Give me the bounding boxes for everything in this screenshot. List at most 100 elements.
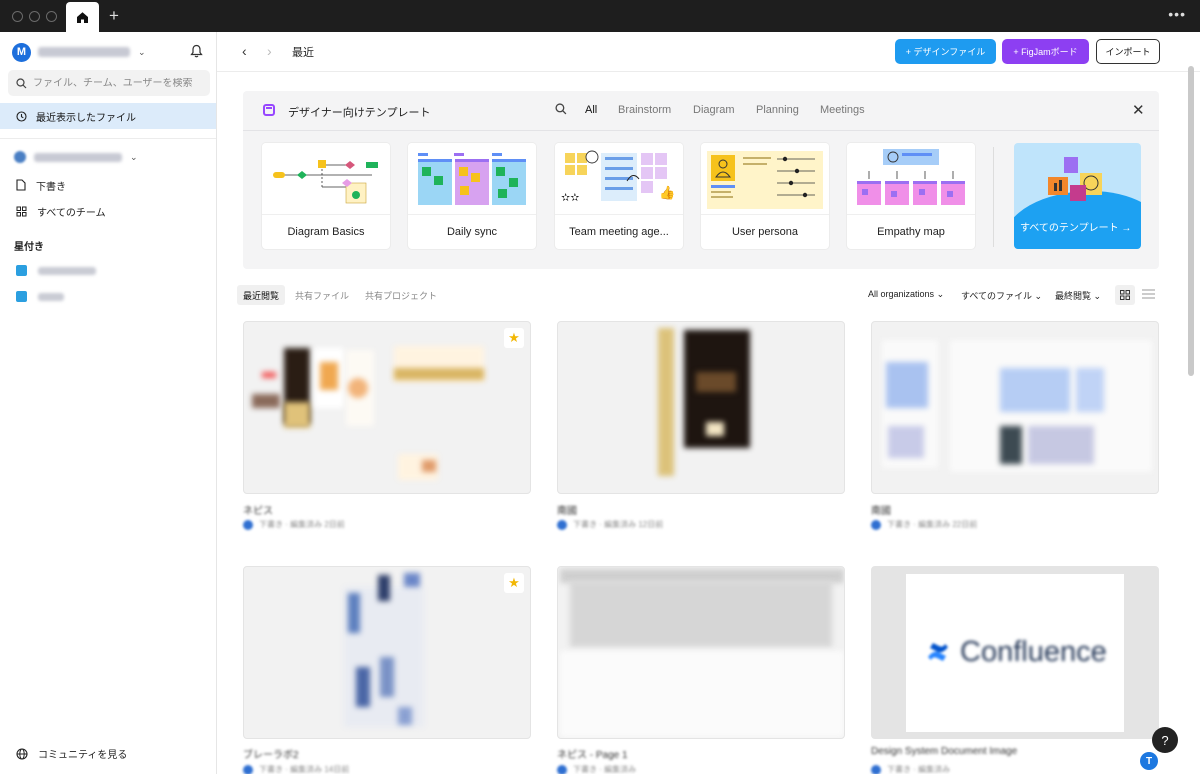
sidebar-item-all-teams[interactable]: すべてのチーム bbox=[16, 202, 106, 220]
template-filter-planning[interactable]: Planning bbox=[756, 104, 799, 116]
figjam-file-icon bbox=[16, 291, 27, 302]
template-icon bbox=[263, 104, 275, 116]
template-filter-meetings[interactable]: Meetings bbox=[820, 104, 865, 116]
search-box[interactable] bbox=[8, 70, 210, 96]
file-card[interactable] bbox=[557, 566, 845, 739]
starred-header: 星付き bbox=[14, 242, 44, 253]
templates-divider bbox=[993, 147, 994, 247]
file-meta-redacted: 下書き · 編集済み 2日前 bbox=[243, 519, 345, 530]
file-card[interactable]: ★ bbox=[243, 566, 531, 739]
sort-dropdown[interactable]: 最終閲覧 ⌄ bbox=[1055, 289, 1101, 302]
forward-arrow-icon[interactable]: › bbox=[267, 43, 272, 59]
template-card-label: Daily sync bbox=[446, 226, 498, 238]
account-switcher[interactable]: M ⌄ bbox=[12, 42, 146, 62]
community-link[interactable]: コミュニティを見る bbox=[16, 746, 127, 761]
help-button[interactable]: ? bbox=[1152, 727, 1178, 753]
list-view-icon[interactable] bbox=[1142, 288, 1155, 300]
starred-file-item[interactable] bbox=[16, 291, 64, 302]
confluence-thumbnail: Confluence bbox=[906, 574, 1124, 732]
org-filter-label: All organizations bbox=[868, 289, 935, 299]
clock-icon bbox=[16, 110, 27, 122]
more-menu-icon[interactable]: ••• bbox=[1168, 6, 1186, 22]
file-meta-text: 下書き · 編集済み 14日前 bbox=[259, 765, 350, 774]
template-card-team-meeting[interactable]: ✫✫ 👍 Team meeting age... bbox=[555, 143, 683, 249]
window-zoom-dot[interactable] bbox=[46, 11, 57, 22]
template-card-label: Diagram Basics bbox=[287, 226, 365, 238]
org-name-redacted bbox=[34, 152, 122, 162]
window-minimize-dot[interactable] bbox=[29, 11, 40, 22]
home-tab[interactable] bbox=[66, 2, 99, 32]
star-badge[interactable]: ★ bbox=[504, 328, 524, 348]
search-input[interactable] bbox=[33, 77, 203, 89]
top-bar: ‹ › 最近 + デザインファイル + FigJamボード インポート bbox=[217, 32, 1200, 72]
sidebar-item-label: すべてのチーム bbox=[37, 207, 106, 219]
template-card-daily-sync[interactable]: Daily sync bbox=[408, 143, 536, 249]
template-filter-brainstorm[interactable]: Brainstorm bbox=[618, 104, 671, 116]
new-tab-button[interactable]: + bbox=[104, 6, 124, 26]
file-card[interactable] bbox=[557, 321, 845, 494]
template-thumbnail bbox=[408, 143, 536, 215]
starred-file-item[interactable] bbox=[16, 265, 96, 276]
template-illustration-icon bbox=[1048, 157, 1102, 201]
chevron-down-icon: ⌄ bbox=[138, 46, 146, 57]
file-thumbnail-shape bbox=[1000, 426, 1022, 464]
file-meta-redacted: 下書き · 編集済み 14日前 bbox=[243, 764, 349, 774]
star-badge[interactable]: ★ bbox=[504, 573, 524, 593]
file-meta-text: 下書き · 編集済み 2日前 bbox=[259, 520, 345, 529]
file-thumbnail-shape bbox=[1076, 368, 1104, 412]
tab-recently-viewed[interactable]: 最近閲覧 bbox=[237, 285, 286, 305]
page-title: 最近 bbox=[292, 47, 314, 59]
template-filter-all[interactable]: All bbox=[585, 104, 597, 116]
file-card[interactable]: Confluence bbox=[871, 566, 1159, 739]
chevron-down-icon: ⌄ bbox=[936, 289, 945, 299]
template-card-diagram-basics[interactable]: Diagram Basics bbox=[262, 143, 390, 249]
sidebar-item-drafts[interactable]: 下書き bbox=[16, 176, 66, 194]
file-thumbnail-shape bbox=[570, 581, 832, 647]
file-thumbnail-shape bbox=[886, 362, 928, 408]
tab-shared-files[interactable]: 共有ファイル bbox=[289, 285, 355, 305]
svg-text:✫✫: ✫✫ bbox=[561, 192, 579, 204]
sidebar-item-label: 下書き bbox=[36, 181, 66, 193]
scrollbar[interactable] bbox=[1188, 66, 1194, 376]
file-thumbnail-shape bbox=[658, 328, 674, 476]
type-filter-dropdown[interactable]: すべてのファイル ⌄ bbox=[961, 289, 1042, 302]
bell-icon[interactable] bbox=[190, 44, 203, 61]
close-icon[interactable]: ✕ bbox=[1132, 101, 1145, 119]
org-filter-dropdown[interactable]: All organizations ⌄ bbox=[868, 289, 944, 300]
file-meta-text: 下書き · 編集済み bbox=[573, 765, 637, 774]
templates-title: デザイナー向けテンプレート bbox=[288, 107, 431, 119]
template-card-label: Team meeting age... bbox=[569, 226, 669, 238]
import-button[interactable]: インポート bbox=[1096, 39, 1160, 64]
sidebar-item-recent[interactable]: 最近表示したファイル bbox=[0, 103, 216, 129]
grid-view-button[interactable] bbox=[1115, 285, 1135, 305]
new-figjam-board-button[interactable]: + FigJamボード bbox=[1002, 39, 1089, 64]
file-meta-redacted: 下書き · 編集済み 22日前 bbox=[871, 519, 977, 530]
window-close-dot[interactable] bbox=[12, 11, 23, 22]
file-thumbnail-shape bbox=[888, 426, 924, 458]
owner-avatar bbox=[871, 519, 881, 530]
file-tabs: 最近閲覧 共有ファイル 共有プロジェクト bbox=[237, 285, 447, 305]
new-design-file-button[interactable]: + デザインファイル bbox=[895, 39, 996, 64]
file-meta-redacted: 下書き · 編集済み bbox=[557, 764, 636, 774]
template-card-user-persona[interactable]: User persona bbox=[701, 143, 829, 249]
template-filter-diagram[interactable]: Diagram bbox=[693, 104, 735, 116]
all-templates-card[interactable]: すべてのテンプレート → bbox=[1014, 143, 1141, 249]
org-switcher[interactable]: ⌄ bbox=[14, 151, 138, 163]
chevron-down-icon: ⌄ bbox=[1093, 291, 1102, 301]
chevron-down-icon: ⌄ bbox=[1034, 291, 1043, 301]
sidebar: M ⌄ 最近表示したファイル ⌄ 下書き すべてのチーム 星付き bbox=[0, 32, 217, 774]
file-card[interactable]: ★ bbox=[243, 321, 531, 494]
file-meta-text: 下書き · 編集済み 12日前 bbox=[573, 520, 664, 529]
search-icon[interactable] bbox=[555, 103, 567, 115]
file-thumbnail-shape bbox=[1000, 368, 1070, 412]
starred-file-name-redacted bbox=[38, 292, 64, 301]
file-icon bbox=[16, 179, 26, 191]
tab-shared-projects[interactable]: 共有プロジェクト bbox=[359, 285, 443, 305]
template-card-empathy-map[interactable]: Empathy map bbox=[847, 143, 975, 249]
file-thumbnail-shape bbox=[706, 422, 724, 436]
back-arrow-icon[interactable]: ‹ bbox=[242, 43, 247, 59]
file-card[interactable] bbox=[871, 321, 1159, 494]
all-templates-label: すべてのテンプレート → bbox=[1020, 223, 1132, 234]
file-thumbnail-shape bbox=[252, 394, 280, 408]
user-avatar[interactable]: T bbox=[1140, 752, 1158, 770]
